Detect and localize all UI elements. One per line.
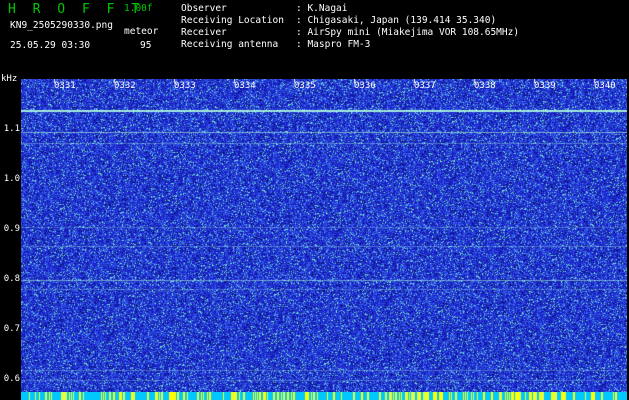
mode-label: meteor [124, 26, 159, 37]
y-tick-label: 0.8 [3, 274, 20, 284]
count-label: 95 [140, 40, 152, 51]
y-tick-label: 1.1 [3, 124, 20, 134]
version-label: 1.00f [124, 3, 153, 14]
receiver-value: : AirSpy mini (Miakejima VOR 108.65MHz) [296, 27, 520, 38]
x-tick-label: 0338 [474, 81, 496, 91]
datetime-label: 25.05.29 03:30 [10, 40, 91, 51]
x-tick-label: 0340 [594, 81, 616, 91]
x-tick-label: 0339 [534, 81, 556, 91]
antenna-value: : Maspro FM-3 [296, 39, 371, 50]
y-tick-label: 0.6 [3, 374, 20, 384]
x-tick-label: 0331 [54, 81, 76, 91]
x-tick-label: 0333 [174, 81, 196, 91]
y-tick-label: 1.0 [3, 174, 20, 184]
receiver-key: Receiver [181, 27, 227, 38]
x-tick-label: 0337 [414, 81, 436, 91]
y-tick-label: 0.9 [3, 224, 20, 234]
spectrogram-canvas[interactable] [21, 79, 627, 392]
observer-key: Observer [181, 3, 227, 14]
location-key: Receiving Location [181, 15, 284, 26]
location-value: : Chigasaki, Japan (139.414 35.340) [296, 15, 497, 26]
x-tick-label: 0334 [234, 81, 256, 91]
scan-strip [21, 392, 627, 400]
x-tick-label: 0332 [114, 81, 136, 91]
antenna-key: Receiving antenna [181, 39, 279, 50]
x-tick-label: 0336 [354, 81, 376, 91]
x-tick-label: 0335 [294, 81, 316, 91]
y-axis-unit: kHz [1, 74, 18, 84]
y-tick-label: 0.7 [3, 324, 20, 334]
observer-value: : K.Nagai [296, 3, 348, 14]
filename-label: KN9_2505290330.png [10, 20, 113, 31]
